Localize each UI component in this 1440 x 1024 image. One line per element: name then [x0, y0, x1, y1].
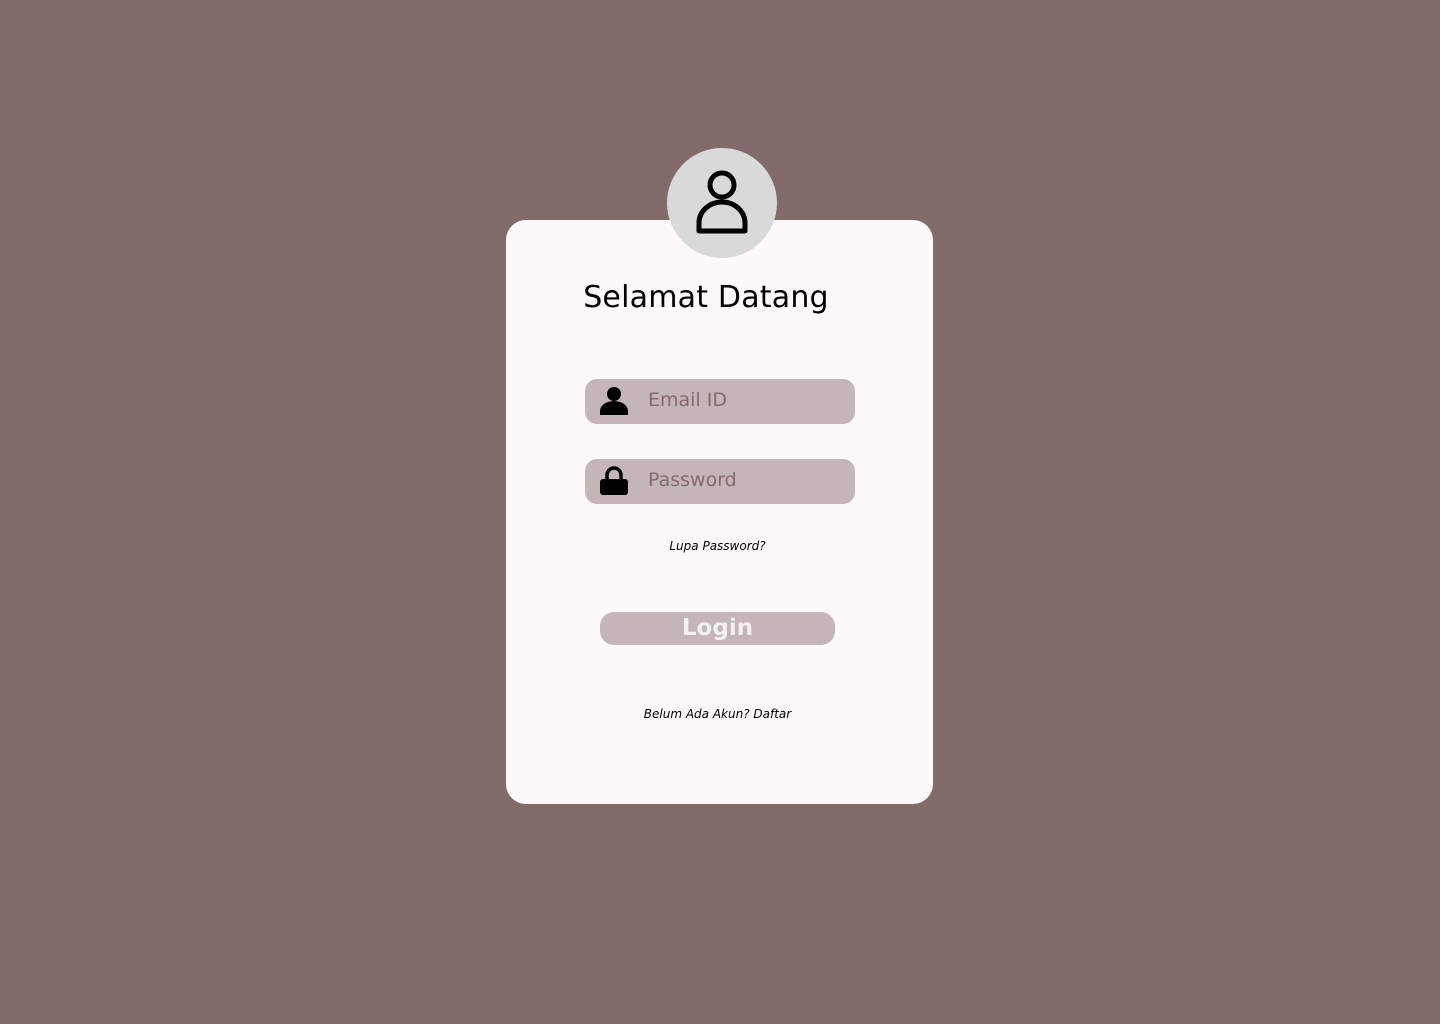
email-field[interactable]: Email ID [585, 379, 855, 424]
user-outline-icon [694, 168, 750, 238]
login-button[interactable]: Login [600, 612, 835, 645]
user-icon [599, 386, 629, 416]
lock-icon [599, 466, 629, 496]
register-link[interactable]: Belum Ada Akun? Daftar [585, 707, 850, 721]
page-title: Selamat Datang [583, 280, 829, 315]
avatar [667, 148, 777, 258]
password-field[interactable]: Password [585, 459, 855, 504]
forgot-password-link[interactable]: Lupa Password? [585, 539, 850, 553]
password-placeholder: Password [648, 469, 737, 491]
email-placeholder: Email ID [648, 389, 727, 411]
